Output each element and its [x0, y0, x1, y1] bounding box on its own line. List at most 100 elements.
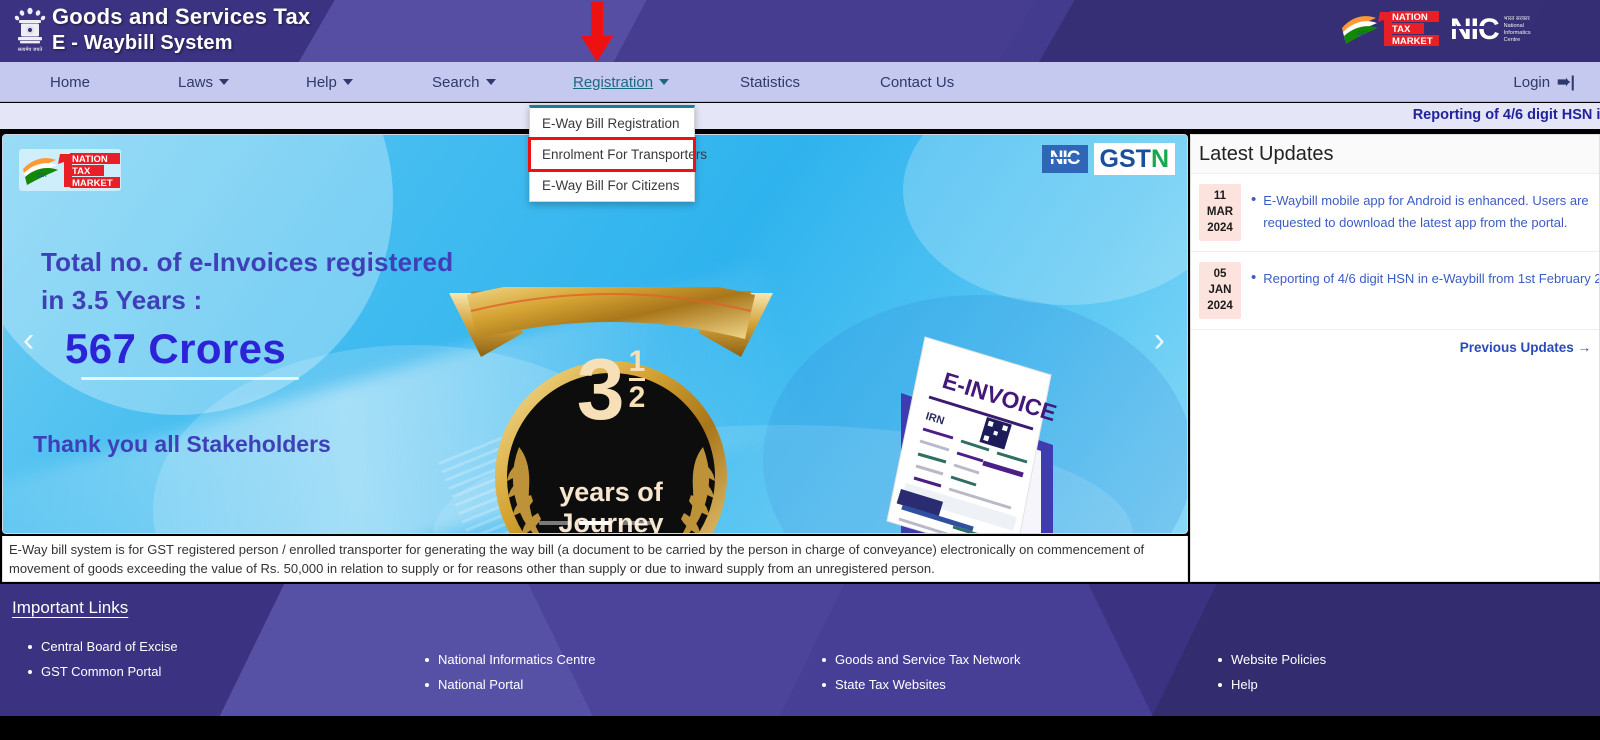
nav-item-contact-us[interactable]: Contact Us: [880, 62, 954, 102]
carousel-underline-decor: [81, 377, 299, 380]
footer-link[interactable]: National Informatics Centre: [425, 647, 596, 672]
one-nation-tax-market-logo-icon: GST NATION TAX MARKET: [1340, 8, 1440, 50]
ewaybill-description: E-Way bill system is for GST registered …: [2, 536, 1188, 582]
bullet-icon: [1218, 682, 1222, 687]
dropdown-item-e-way-bill-registration[interactable]: E-Way Bill Registration: [530, 108, 694, 139]
update-date-month: MAR: [1206, 206, 1234, 218]
footer-link[interactable]: Help: [1218, 672, 1326, 697]
nic-logo-icon: NIC भारत सरकार National Informatics Cent…: [1450, 12, 1570, 48]
bullet-icon: [1218, 657, 1222, 662]
footer-link[interactable]: National Portal: [425, 672, 596, 697]
update-body: • E-Waybill mobile app for Android is enh…: [1251, 184, 1595, 234]
footer-link-label: GST Common Portal: [41, 664, 162, 679]
bullet-icon: [28, 644, 32, 649]
footer-link[interactable]: GST Common Portal: [28, 659, 178, 684]
footer-link[interactable]: State Tax Websites: [822, 672, 1020, 697]
nav-item-laws[interactable]: Laws: [178, 62, 230, 102]
svg-text:GST: GST: [1357, 31, 1367, 37]
bullet-icon: [28, 669, 32, 674]
footer-link-label: State Tax Websites: [835, 677, 946, 692]
carousel-next-button[interactable]: ›: [1154, 321, 1165, 360]
laptop-e-invoice-illustration-icon: E-INVOICE IRN: [773, 315, 1173, 533]
site-header: सत्यमेव जयते Goods and Services Tax E - …: [0, 0, 1600, 62]
nav-item-label: Contact Us: [880, 73, 955, 91]
carousel-headline: Total no. of e-Invoices registered in 3.…: [41, 247, 454, 315]
carousel-gstn-badge-icon: GST N: [1093, 143, 1175, 175]
update-date-day: 11: [1213, 190, 1227, 202]
login-arrow-icon: ➠|: [1557, 74, 1575, 91]
nic-sub-line1: भारत सरकार: [1503, 16, 1530, 22]
nav-item-registration[interactable]: Registration: [573, 62, 670, 102]
update-item: 11 MAR 2024 • E-Waybill mobile app for Andro…: [1191, 173, 1599, 251]
nav-item-statistics[interactable]: Statistics: [740, 62, 800, 102]
site-title-line1: Goods and Services Tax: [52, 4, 311, 29]
carousel-indicator-dot[interactable]: [579, 521, 611, 525]
update-text-link[interactable]: E-Waybill mobile app for Android is enha…: [1263, 190, 1595, 234]
important-links-title: Important Links: [12, 598, 129, 617]
bullet-icon: [822, 682, 826, 687]
latest-updates-heading: Latest Updates: [1191, 135, 1599, 173]
footer-link-label: Goods and Service Tax Network: [835, 652, 1021, 667]
update-date-badge: 05 JAN 2024: [1199, 262, 1241, 319]
footer-link[interactable]: Goods and Service Tax Network: [822, 647, 1020, 672]
footer-link[interactable]: Central Board of Excise: [28, 634, 178, 659]
latest-updates-panel: Latest Updates 11 MAR 2024 • E-Waybill mobil…: [1190, 134, 1600, 582]
carousel-nic-badge-icon: NIC: [1041, 145, 1088, 173]
page-root: सत्यमेव जयते Goods and Services Tax E - …: [0, 0, 1600, 740]
nav-item-label: Help: [306, 73, 337, 91]
carousel-indicator-dot[interactable]: [619, 521, 651, 525]
svg-text:TAX: TAX: [1392, 24, 1411, 35]
nic-sub-line2: National: [1503, 23, 1524, 29]
bullet-icon: [425, 682, 429, 687]
carousel-indicators[interactable]: [3, 521, 1187, 525]
bullet-icon: [822, 657, 826, 662]
footer-link-label: Website Policies: [1231, 652, 1327, 667]
footer-column: Central Board of Excise GST Common Portal: [28, 634, 178, 684]
main-navigation: Home Laws Help Search Registration Statistics…: [0, 62, 1600, 102]
svg-text:NATION: NATION: [72, 154, 108, 165]
update-date-year: 2024: [1207, 300, 1233, 312]
previous-updates-link[interactable]: Previous Updates →: [1191, 329, 1599, 355]
dropdown-item-e-way-bill-for-citizens[interactable]: E-Way Bill For Citizens: [530, 170, 694, 201]
nic-sub-line4: Centre: [1503, 37, 1521, 43]
footer-column: Goods and Service Tax Network State Tax W…: [822, 647, 1020, 697]
medallion-fraction: 12: [628, 345, 646, 414]
carousel-partner-logos: NIC GST N: [1041, 143, 1175, 175]
update-date-month: JAN: [1208, 284, 1232, 296]
footer-column: Website Policies Help: [1218, 647, 1326, 697]
footer-link-label: National Portal: [438, 677, 524, 692]
dropdown-item-label: Enrolment For Transporters: [542, 146, 708, 162]
bullet-icon: •: [1251, 191, 1257, 208]
svg-text:सत्यमेव जयते: सत्यमेव जयते: [18, 46, 43, 53]
carousel-thanks-text: Thank you all Stakeholders: [33, 431, 331, 457]
chevron-down-icon: [659, 79, 670, 85]
medallion-caption-line1: years of: [559, 477, 663, 507]
nav-item-help[interactable]: Help: [306, 62, 353, 102]
nav-item-search[interactable]: Search: [432, 62, 496, 102]
footer-bevel-decor: [1119, 584, 1600, 716]
marquee-text: Reporting of 4/6 digit HSN in e-Waybill …: [1412, 107, 1600, 123]
carousel-indicator-dot[interactable]: [539, 521, 571, 525]
footer-link[interactable]: Website Policies: [1218, 647, 1326, 672]
nav-item-label: Statistics: [740, 73, 801, 91]
carousel-ntm-logo-icon: GST NATION TAX MARKET: [19, 149, 121, 191]
update-date-day: 05: [1213, 268, 1227, 280]
svg-text:GST: GST: [37, 173, 47, 179]
announcement-marquee: Reporting of 4/6 digit HSN in e-Waybill …: [0, 103, 1600, 129]
chevron-down-icon: [219, 79, 230, 85]
india-emblem-icon: सत्यमेव जयते: [10, 3, 50, 59]
bullet-icon: [425, 657, 429, 662]
registration-dropdown-menu[interactable]: E-Way Bill Registration Enrolment For Tra…: [528, 105, 707, 202]
nav-item-home[interactable]: Home: [50, 62, 90, 102]
site-title-line2: E - Waybill System: [52, 32, 233, 54]
dropdown-item-label: E-Way Bill For Citizens: [542, 178, 680, 193]
dropdown-item-label: E-Way Bill Registration: [542, 115, 680, 131]
svg-text:MARKET: MARKET: [1392, 36, 1433, 47]
carousel-prev-button[interactable]: ‹: [23, 321, 34, 360]
dropdown-item-enrolment-for-transporters[interactable]: Enrolment For Transporters: [528, 137, 707, 172]
login-button[interactable]: Login ➠|: [1513, 62, 1575, 102]
update-text-link[interactable]: Reporting of 4/6 digit HSN in e-Waybill …: [1263, 268, 1599, 290]
anniversary-medallion-icon: 312 years of Journey: [441, 287, 781, 533]
footer-link-label: National Informatics Centre: [438, 652, 596, 667]
gstn-badge-gst: GST: [1099, 145, 1151, 173]
